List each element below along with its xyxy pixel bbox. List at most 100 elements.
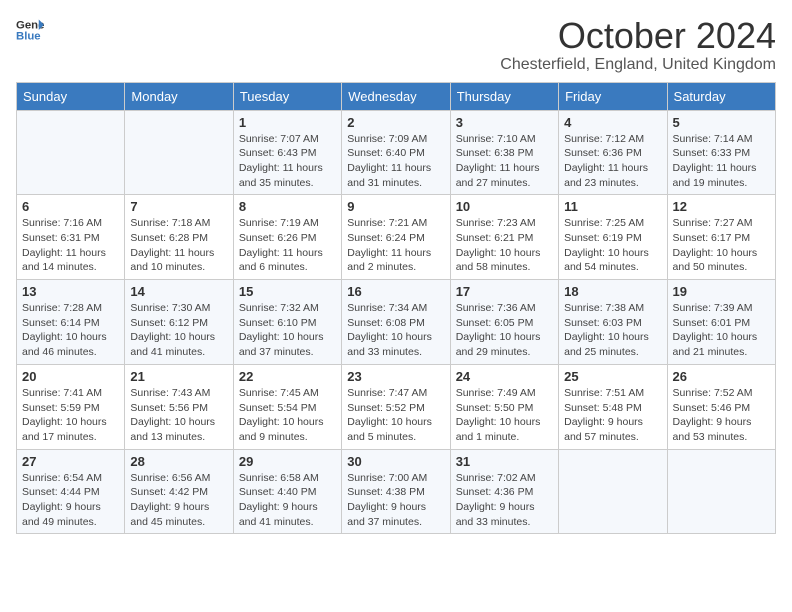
- calendar-cell: 19 Sunrise: 7:39 AM Sunset: 6:01 PM Dayli…: [667, 280, 775, 365]
- day-number: 20: [22, 369, 119, 384]
- day-number: 6: [22, 199, 119, 214]
- day-info: Sunrise: 7:49 AM Sunset: 5:50 PM Dayligh…: [456, 386, 553, 445]
- day-number: 31: [456, 454, 553, 469]
- calendar-cell: 27 Sunrise: 6:54 AM Sunset: 4:44 PM Dayli…: [17, 449, 125, 534]
- calendar-cell: 17 Sunrise: 7:36 AM Sunset: 6:05 PM Dayli…: [450, 280, 558, 365]
- day-number: 9: [347, 199, 444, 214]
- calendar-cell: [125, 110, 233, 195]
- day-number: 12: [673, 199, 770, 214]
- calendar-cell: 30Sunrise: 7:00 AM Sunset: 4:38 PM Dayli…: [342, 449, 450, 534]
- day-info: Sunrise: 7:30 AM Sunset: 6:12 PM Dayligh…: [130, 301, 227, 360]
- calendar-week-row: 20 Sunrise: 7:41 AM Sunset: 5:59 PM Dayli…: [17, 364, 776, 449]
- calendar-cell: 2 Sunrise: 7:09 AM Sunset: 6:40 PM Daylig…: [342, 110, 450, 195]
- day-number: 22: [239, 369, 336, 384]
- day-info: Sunrise: 7:38 AM Sunset: 6:03 PM Dayligh…: [564, 301, 661, 360]
- day-number: 23: [347, 369, 444, 384]
- calendar-table: SundayMondayTuesdayWednesdayThursdayFrid…: [16, 82, 776, 535]
- calendar-cell: 23Sunrise: 7:47 AM Sunset: 5:52 PM Dayli…: [342, 364, 450, 449]
- day-info: Sunrise: 7:09 AM Sunset: 6:40 PM Dayligh…: [347, 132, 444, 191]
- day-info: Sunrise: 7:39 AM Sunset: 6:01 PM Dayligh…: [673, 301, 770, 360]
- calendar-week-row: 13Sunrise: 7:28 AM Sunset: 6:14 PM Dayli…: [17, 280, 776, 365]
- day-info: Sunrise: 7:43 AM Sunset: 5:56 PM Dayligh…: [130, 386, 227, 445]
- calendar-cell: 6 Sunrise: 7:16 AM Sunset: 6:31 PM Daylig…: [17, 195, 125, 280]
- calendar-cell: 10 Sunrise: 7:23 AM Sunset: 6:21 PM Dayli…: [450, 195, 558, 280]
- day-number: 19: [673, 284, 770, 299]
- calendar-cell: 15 Sunrise: 7:32 AM Sunset: 6:10 PM Dayli…: [233, 280, 341, 365]
- calendar-cell: 26 Sunrise: 7:52 AM Sunset: 5:46 PM Dayli…: [667, 364, 775, 449]
- day-info: Sunrise: 7:07 AM Sunset: 6:43 PM Dayligh…: [239, 132, 336, 191]
- day-info: Sunrise: 7:18 AM Sunset: 6:28 PM Dayligh…: [130, 216, 227, 275]
- day-info: Sunrise: 7:16 AM Sunset: 6:31 PM Dayligh…: [22, 216, 119, 275]
- day-of-week-header: Sunday: [17, 82, 125, 110]
- logo-icon: General Blue: [16, 16, 44, 44]
- day-number: 7: [130, 199, 227, 214]
- calendar-cell: 1 Sunrise: 7:07 AM Sunset: 6:43 PM Daylig…: [233, 110, 341, 195]
- day-number: 24: [456, 369, 553, 384]
- day-info: Sunrise: 7:10 AM Sunset: 6:38 PM Dayligh…: [456, 132, 553, 191]
- calendar-cell: 28Sunrise: 6:56 AM Sunset: 4:42 PM Dayli…: [125, 449, 233, 534]
- calendar-cell: 18Sunrise: 7:38 AM Sunset: 6:03 PM Dayli…: [559, 280, 667, 365]
- calendar-cell: 5 Sunrise: 7:14 AM Sunset: 6:33 PM Daylig…: [667, 110, 775, 195]
- calendar-week-row: 1 Sunrise: 7:07 AM Sunset: 6:43 PM Daylig…: [17, 110, 776, 195]
- day-number: 2: [347, 115, 444, 130]
- day-info: Sunrise: 7:02 AM Sunset: 4:36 PM Dayligh…: [456, 471, 553, 530]
- day-info: Sunrise: 7:21 AM Sunset: 6:24 PM Dayligh…: [347, 216, 444, 275]
- day-info: Sunrise: 6:58 AM Sunset: 4:40 PM Dayligh…: [239, 471, 336, 530]
- day-info: Sunrise: 7:34 AM Sunset: 6:08 PM Dayligh…: [347, 301, 444, 360]
- day-number: 10: [456, 199, 553, 214]
- day-number: 15: [239, 284, 336, 299]
- day-number: 17: [456, 284, 553, 299]
- calendar-cell: 24 Sunrise: 7:49 AM Sunset: 5:50 PM Dayli…: [450, 364, 558, 449]
- day-number: 11: [564, 199, 661, 214]
- day-of-week-header: Wednesday: [342, 82, 450, 110]
- day-of-week-header: Tuesday: [233, 82, 341, 110]
- calendar-cell: 13Sunrise: 7:28 AM Sunset: 6:14 PM Dayli…: [17, 280, 125, 365]
- day-info: Sunrise: 7:27 AM Sunset: 6:17 PM Dayligh…: [673, 216, 770, 275]
- svg-text:Blue: Blue: [16, 31, 41, 43]
- calendar-cell: 4 Sunrise: 7:12 AM Sunset: 6:36 PM Daylig…: [559, 110, 667, 195]
- calendar-cell: 11 Sunrise: 7:25 AM Sunset: 6:19 PM Dayli…: [559, 195, 667, 280]
- calendar-cell: 31 Sunrise: 7:02 AM Sunset: 4:36 PM Dayli…: [450, 449, 558, 534]
- day-info: Sunrise: 7:00 AM Sunset: 4:38 PM Dayligh…: [347, 471, 444, 530]
- day-number: 5: [673, 115, 770, 130]
- location-title: Chesterfield, England, United Kingdom: [500, 56, 776, 74]
- day-info: Sunrise: 6:54 AM Sunset: 4:44 PM Dayligh…: [22, 471, 119, 530]
- day-number: 27: [22, 454, 119, 469]
- calendar-cell: 8 Sunrise: 7:19 AM Sunset: 6:26 PM Daylig…: [233, 195, 341, 280]
- day-number: 4: [564, 115, 661, 130]
- calendar-cell: [17, 110, 125, 195]
- calendar-cell: 12 Sunrise: 7:27 AM Sunset: 6:17 PM Dayli…: [667, 195, 775, 280]
- day-info: Sunrise: 7:41 AM Sunset: 5:59 PM Dayligh…: [22, 386, 119, 445]
- calendar-cell: 16Sunrise: 7:34 AM Sunset: 6:08 PM Dayli…: [342, 280, 450, 365]
- calendar-cell: 21 Sunrise: 7:43 AM Sunset: 5:56 PM Dayli…: [125, 364, 233, 449]
- day-info: Sunrise: 7:25 AM Sunset: 6:19 PM Dayligh…: [564, 216, 661, 275]
- day-info: Sunrise: 7:52 AM Sunset: 5:46 PM Dayligh…: [673, 386, 770, 445]
- day-info: Sunrise: 7:23 AM Sunset: 6:21 PM Dayligh…: [456, 216, 553, 275]
- day-info: Sunrise: 7:32 AM Sunset: 6:10 PM Dayligh…: [239, 301, 336, 360]
- day-info: Sunrise: 7:12 AM Sunset: 6:36 PM Dayligh…: [564, 132, 661, 191]
- calendar-cell: 25 Sunrise: 7:51 AM Sunset: 5:48 PM Dayli…: [559, 364, 667, 449]
- calendar-cell: 7 Sunrise: 7:18 AM Sunset: 6:28 PM Daylig…: [125, 195, 233, 280]
- day-number: 3: [456, 115, 553, 130]
- day-info: Sunrise: 7:51 AM Sunset: 5:48 PM Dayligh…: [564, 386, 661, 445]
- day-number: 8: [239, 199, 336, 214]
- day-of-week-header: Monday: [125, 82, 233, 110]
- day-info: Sunrise: 7:36 AM Sunset: 6:05 PM Dayligh…: [456, 301, 553, 360]
- day-info: Sunrise: 7:14 AM Sunset: 6:33 PM Dayligh…: [673, 132, 770, 191]
- day-of-week-header: Thursday: [450, 82, 558, 110]
- calendar-cell: 3 Sunrise: 7:10 AM Sunset: 6:38 PM Daylig…: [450, 110, 558, 195]
- day-number: 13: [22, 284, 119, 299]
- day-number: 29: [239, 454, 336, 469]
- day-number: 1: [239, 115, 336, 130]
- day-number: 21: [130, 369, 227, 384]
- day-number: 25: [564, 369, 661, 384]
- day-info: Sunrise: 7:45 AM Sunset: 5:54 PM Dayligh…: [239, 386, 336, 445]
- day-number: 26: [673, 369, 770, 384]
- calendar-week-row: 6 Sunrise: 7:16 AM Sunset: 6:31 PM Daylig…: [17, 195, 776, 280]
- calendar-cell: [667, 449, 775, 534]
- day-info: Sunrise: 7:19 AM Sunset: 6:26 PM Dayligh…: [239, 216, 336, 275]
- calendar-cell: 22 Sunrise: 7:45 AM Sunset: 5:54 PM Dayli…: [233, 364, 341, 449]
- calendar-cell: 14 Sunrise: 7:30 AM Sunset: 6:12 PM Dayli…: [125, 280, 233, 365]
- day-number: 14: [130, 284, 227, 299]
- day-number: 28: [130, 454, 227, 469]
